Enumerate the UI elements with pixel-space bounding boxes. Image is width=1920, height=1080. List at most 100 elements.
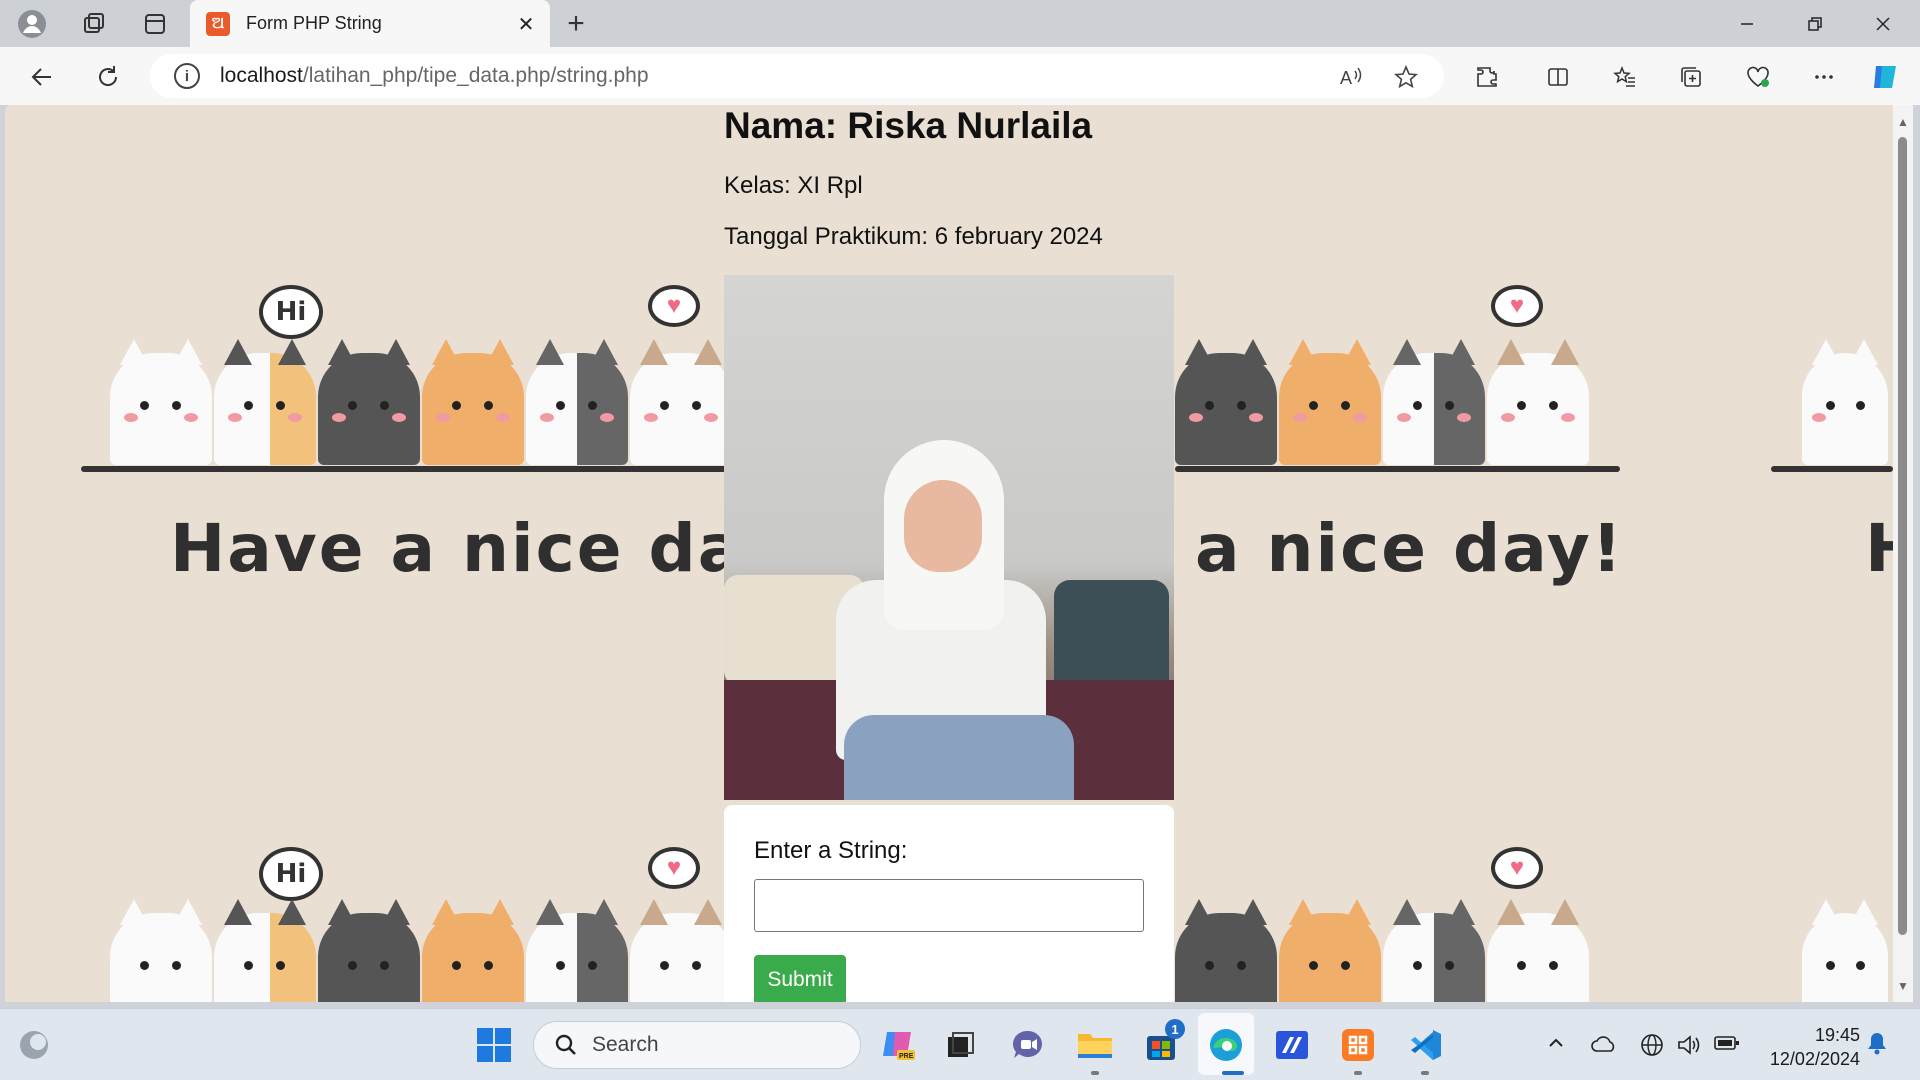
network-globe-icon[interactable]	[1640, 1033, 1664, 1063]
cat-icon	[1802, 899, 1888, 1002]
class-text: Kelas: XI Rpl	[724, 172, 863, 199]
browser-toolbar: i localhost /latihan_php/tipe_data.php/s…	[0, 47, 1920, 105]
cats-illustration-bottom-far-right	[1802, 885, 1890, 1002]
favorites-icon[interactable]	[1608, 60, 1642, 94]
cats-illustration-right	[1175, 325, 1591, 465]
page-viewport: Hi ♥ ♥ Have a nice day! a nice day! H Hi…	[5, 105, 1893, 1002]
store-notification-badge: 1	[1165, 1019, 1185, 1039]
cat-icon	[1175, 339, 1277, 465]
url-host: localhost	[220, 64, 303, 87]
cats-illustration-far-right	[1802, 325, 1890, 465]
vscode-icon[interactable]	[1403, 1023, 1447, 1067]
shelf-line	[1771, 466, 1893, 472]
hi-bubble-text: Hi	[275, 297, 307, 327]
workspaces-button[interactable]	[76, 6, 112, 42]
restore-icon	[1808, 16, 1822, 31]
system-clock[interactable]: 19:45 12/02/2024	[1770, 1023, 1860, 1071]
xampp-taskbar-icon[interactable]	[1336, 1023, 1380, 1067]
cats-illustration-left	[110, 325, 734, 465]
tab-close-icon[interactable]: ✕	[514, 12, 538, 36]
cat-icon	[1802, 339, 1888, 465]
page-scrollbar[interactable]: ▲ ▼	[1893, 105, 1913, 1002]
teams-chat-icon[interactable]	[1006, 1023, 1050, 1067]
running-indicator	[1354, 1071, 1362, 1075]
back-button[interactable]	[22, 57, 62, 97]
more-options-icon[interactable]	[1807, 60, 1841, 94]
page-title: Nama: Riska Nurlaila	[724, 105, 1093, 146]
running-indicator	[1421, 1071, 1429, 1075]
task-view-icon[interactable]	[938, 1023, 982, 1067]
heart-bubble-icon: ♥	[648, 847, 700, 889]
have-a-nice-day-text: a nice day!	[1195, 510, 1624, 587]
app-launcher-icon[interactable]	[1270, 1023, 1314, 1067]
scroll-up-icon[interactable]: ▲	[1896, 115, 1910, 129]
battery-icon[interactable]	[1713, 1033, 1741, 1059]
search-icon	[555, 1034, 576, 1055]
practicum-date-text: Tanggal Praktikum: 6 february 2024	[724, 223, 1103, 250]
refresh-icon	[99, 66, 118, 86]
refresh-button[interactable]	[88, 57, 128, 97]
edge-browser-icon[interactable]	[1204, 1023, 1248, 1067]
onedrive-cloud-icon[interactable]	[1590, 1033, 1618, 1061]
heart-bubble-icon: ♥	[1491, 847, 1543, 889]
shelf-line	[1175, 466, 1620, 472]
cat-icon	[526, 339, 628, 465]
read-aloud-icon[interactable]: A	[1336, 61, 1368, 93]
cat-icon	[526, 899, 628, 1002]
cat-icon	[422, 899, 524, 1002]
cat-icon	[318, 899, 420, 1002]
clock-date: 12/02/2024	[1769, 1049, 1860, 1069]
vertical-tabs-button[interactable]	[137, 6, 173, 42]
microsoft-store-icon[interactable]: 1	[1139, 1019, 1185, 1067]
volume-speaker-icon[interactable]	[1676, 1033, 1702, 1063]
cat-icon	[110, 899, 212, 1002]
tab-title: Form PHP String	[246, 13, 382, 33]
heart-bubble-icon: ♥	[648, 285, 700, 327]
cat-icon	[1279, 339, 1381, 465]
cat-icon	[1279, 899, 1381, 1002]
tab-actions-icon	[145, 14, 165, 34]
arrow-left-icon	[31, 68, 51, 86]
cats-illustration-bottom-right	[1175, 885, 1591, 1002]
collections-icon[interactable]	[1674, 60, 1708, 94]
submit-button[interactable]: Submit	[754, 955, 846, 1002]
cat-icon	[630, 339, 732, 465]
close-window-button[interactable]	[1850, 0, 1916, 47]
start-button[interactable]	[472, 1023, 516, 1067]
file-explorer-icon[interactable]	[1073, 1023, 1117, 1067]
restore-button[interactable]	[1782, 0, 1848, 47]
show-hidden-icons-chevron-up-icon[interactable]	[1546, 1033, 1566, 1059]
svg-text:A: A	[1340, 68, 1352, 88]
scrollbar-thumb[interactable]	[1898, 137, 1907, 935]
cat-icon	[1383, 339, 1485, 465]
profile-button[interactable]	[14, 6, 50, 42]
site-info-icon[interactable]: i	[174, 63, 200, 89]
close-icon	[1876, 16, 1890, 31]
copilot-icon[interactable]	[1868, 60, 1902, 94]
copilot-preview-taskbar-icon[interactable]: PRE	[876, 1023, 920, 1067]
edge-widget-icon[interactable]	[12, 1023, 56, 1067]
address-bar[interactable]: i localhost /latihan_php/tipe_data.php/s…	[150, 54, 1444, 98]
taskbar-search[interactable]: Search	[533, 1021, 861, 1069]
extensions-icon[interactable]	[1470, 60, 1504, 94]
favorite-star-icon[interactable]	[1390, 61, 1422, 93]
minimize-button[interactable]	[1714, 0, 1780, 47]
tab-form-php-string[interactable]: ଅ Form PHP String ✕	[190, 0, 550, 47]
running-indicator	[1091, 1071, 1099, 1075]
cats-illustration-bottom-left	[110, 885, 734, 1002]
notification-bell-icon[interactable]	[1866, 1031, 1888, 1061]
split-screen-icon[interactable]	[1541, 60, 1575, 94]
cat-icon	[214, 339, 316, 465]
have-a-nice-day-text: H	[1865, 510, 1893, 587]
windows-logo-icon	[477, 1028, 511, 1062]
cat-icon	[1175, 899, 1277, 1002]
string-input[interactable]	[754, 879, 1144, 932]
browser-essentials-icon[interactable]	[1741, 60, 1775, 94]
url-path: /latihan_php/tipe_data.php/string.php	[302, 64, 649, 87]
new-tab-button[interactable]: +	[558, 6, 594, 42]
photo-person-legs	[844, 715, 1074, 800]
cat-icon	[1383, 899, 1485, 1002]
scroll-down-icon[interactable]: ▼	[1896, 979, 1910, 993]
photo-person-face	[904, 480, 982, 572]
workspaces-icon	[84, 13, 104, 33]
